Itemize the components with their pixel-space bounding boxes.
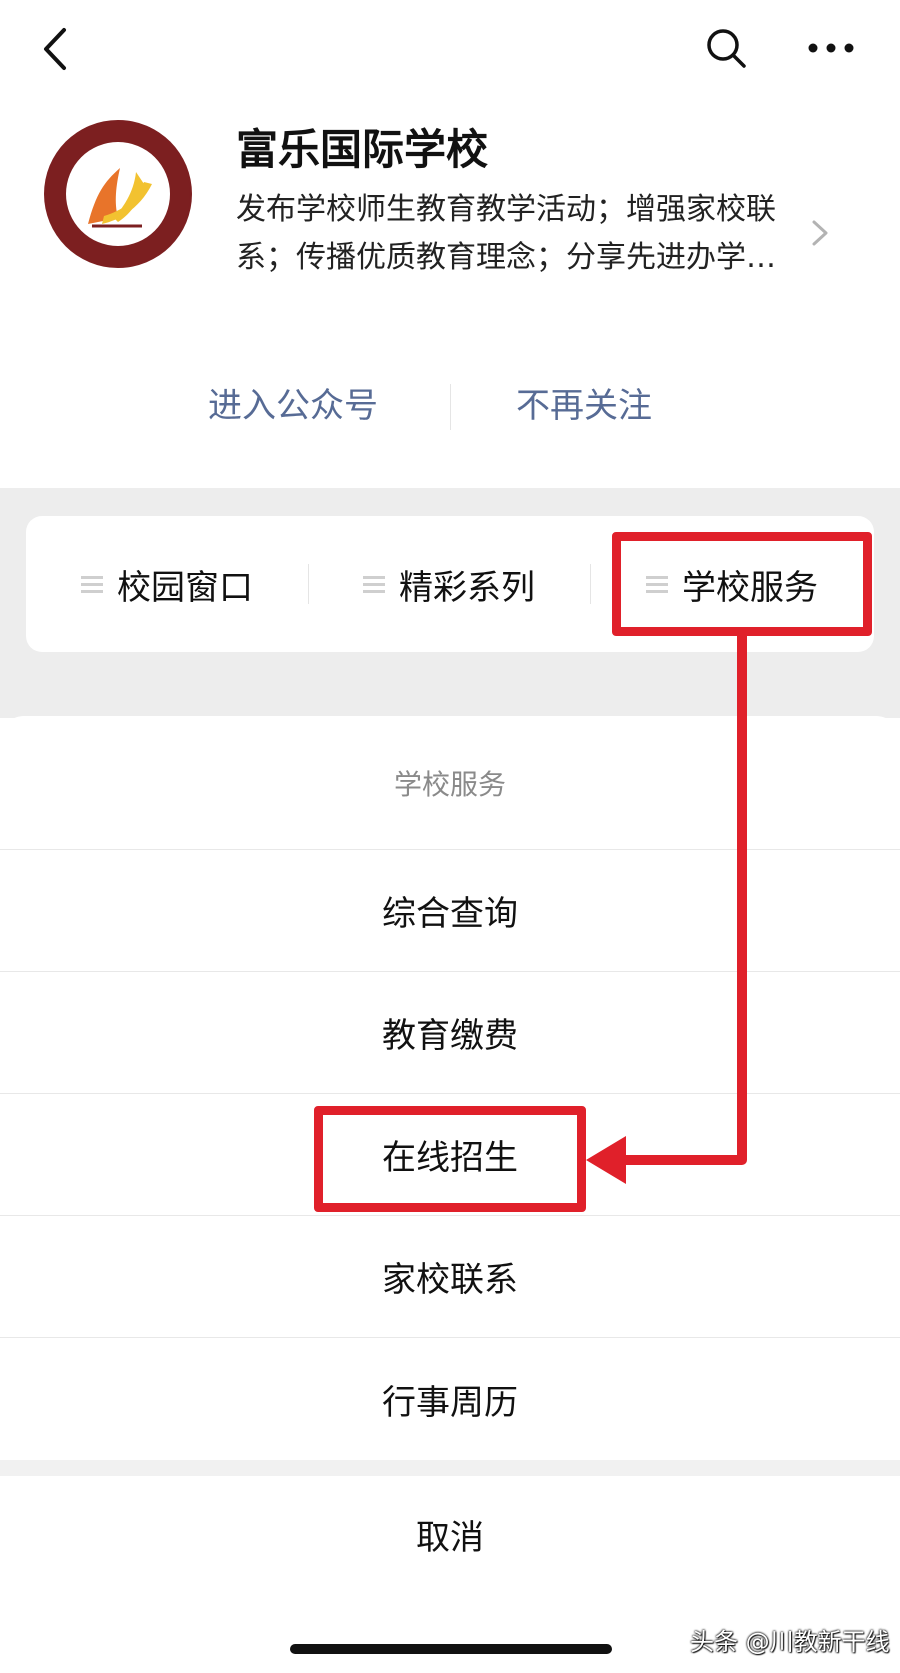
home-indicator bbox=[290, 1644, 612, 1654]
cancel-button[interactable]: 取消 bbox=[0, 1476, 900, 1592]
chevron-right-icon[interactable] bbox=[808, 216, 832, 250]
menu-tab-campus-window[interactable]: 校园窗口 bbox=[26, 516, 308, 652]
sheet-item-weekly-calendar[interactable]: 行事周历 bbox=[0, 1338, 900, 1460]
highlight-box-online-enrollment bbox=[314, 1106, 586, 1212]
unfollow-link[interactable]: 不再关注 bbox=[516, 378, 652, 427]
sheet-title: 学校服务 bbox=[0, 716, 900, 850]
back-icon[interactable] bbox=[36, 24, 76, 74]
lines-icon bbox=[81, 572, 103, 597]
highlight-box-school-services bbox=[612, 532, 872, 636]
watermark: 头条 @川教新干线 bbox=[690, 1628, 890, 1656]
sheet-item-general-query[interactable]: 综合查询 bbox=[0, 850, 900, 972]
enter-account-link[interactable]: 进入公众号 bbox=[208, 378, 378, 427]
avatar bbox=[44, 120, 192, 268]
menu-tab-label: 精彩系列 bbox=[399, 567, 535, 608]
sheet-item-home-school-contact[interactable]: 家校联系 bbox=[0, 1216, 900, 1338]
description-line: 发布学校师生教育教学活动；增强家校联 bbox=[236, 192, 776, 227]
menu-tab-label: 校园窗口 bbox=[117, 567, 253, 608]
sheet-item-education-payment[interactable]: 教育缴费 bbox=[0, 972, 900, 1094]
account-description[interactable]: 发布学校师生教育教学活动；增强家校联 系；传播优质教育理念；分享先进办学… bbox=[236, 186, 802, 282]
page-title: 富乐国际学校 bbox=[236, 125, 489, 174]
menu-tab-highlights[interactable]: 精彩系列 bbox=[308, 516, 590, 652]
lines-icon bbox=[363, 572, 385, 597]
more-icon[interactable] bbox=[805, 26, 857, 70]
divider bbox=[450, 384, 451, 430]
description-line: 系；传播优质教育理念；分享先进办学… bbox=[236, 240, 776, 275]
sheet-separator bbox=[0, 1460, 900, 1476]
school-logo-icon bbox=[46, 122, 190, 266]
search-icon[interactable] bbox=[702, 24, 752, 74]
